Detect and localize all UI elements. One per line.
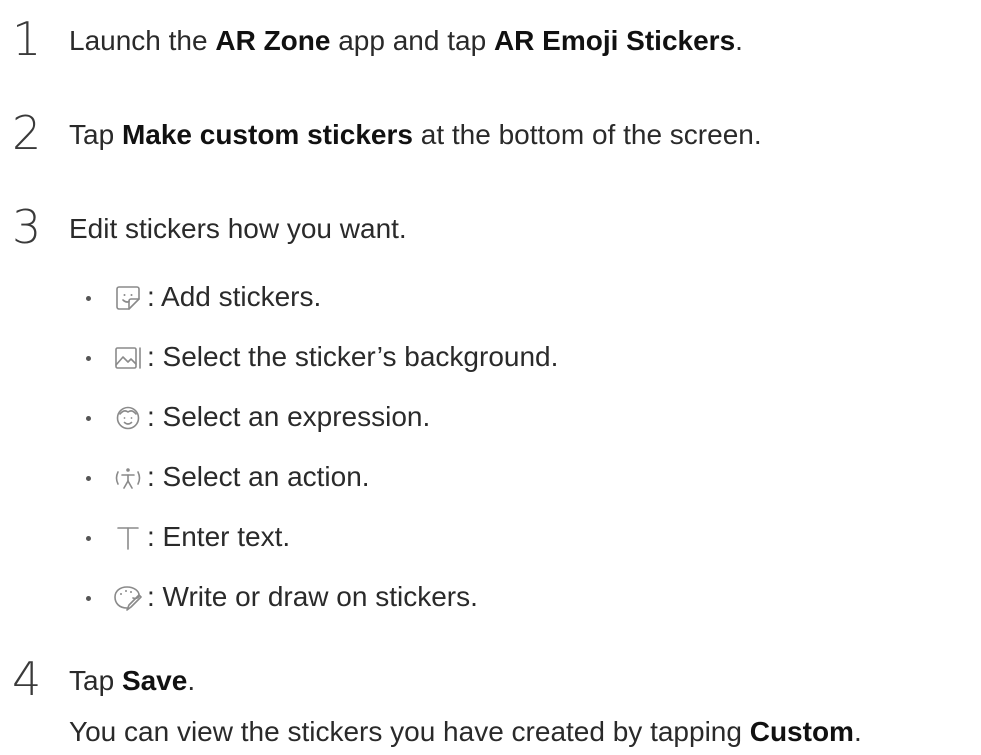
step-1-post: . xyxy=(735,25,743,56)
step-4-number: 4 xyxy=(12,652,42,706)
bullet-dot xyxy=(86,476,91,481)
background-image-icon xyxy=(112,342,144,374)
action-figure-icon xyxy=(112,462,144,494)
text-icon xyxy=(112,522,144,554)
app-name-ar-zone: AR Zone xyxy=(215,25,331,56)
step-1-text: Launch the AR Zone app and tap AR Emoji … xyxy=(69,24,743,58)
bullet-dot xyxy=(86,296,91,301)
draw-palette-icon xyxy=(112,582,144,614)
face-expression-icon xyxy=(112,402,144,434)
save-label: Save xyxy=(121,665,188,696)
sticker-icon xyxy=(112,282,144,314)
bullet-dot xyxy=(86,356,91,361)
step-4-text: Tap Save. xyxy=(69,664,195,698)
step-4-post: . xyxy=(187,665,196,696)
bullet-text: : Enter text. xyxy=(147,521,291,552)
bullet-text: : Select an action. xyxy=(147,461,370,492)
bullet-dot xyxy=(86,416,91,421)
bullet-dot xyxy=(86,596,91,601)
step-1-pre: Launch the xyxy=(69,25,216,56)
custom-label: Custom xyxy=(749,716,854,747)
step-2-number: 2 xyxy=(12,106,42,160)
step-3-number: 3 xyxy=(12,200,42,254)
step-4-note: You can view the stickers you have creat… xyxy=(69,715,862,749)
bullet-text: : Write or draw on stickers. xyxy=(147,581,478,612)
step-3-text: Edit stickers how you want. xyxy=(69,213,407,244)
bullet-dot xyxy=(86,536,91,541)
bullet-text: : Select an expression. xyxy=(147,401,431,432)
bullet-text: : Add stickers. xyxy=(147,281,322,312)
bullet-text: : Select the sticker’s background. xyxy=(147,341,559,372)
step-2-pre: Tap xyxy=(69,119,122,150)
step-2-post: at the bottom of the screen. xyxy=(412,119,762,150)
step-1-number: 1 xyxy=(12,12,42,66)
note-post: . xyxy=(853,716,862,747)
note-pre: You can view the stickers you have creat… xyxy=(69,716,750,747)
ar-emoji-stickers-label: AR Emoji Stickers xyxy=(493,25,736,56)
make-custom-stickers-label: Make custom stickers xyxy=(121,119,413,150)
step-4-pre: Tap xyxy=(69,665,122,696)
step-2-text: Tap Make custom stickers at the bottom o… xyxy=(69,118,762,152)
step-1-mid: app and tap xyxy=(330,25,494,56)
